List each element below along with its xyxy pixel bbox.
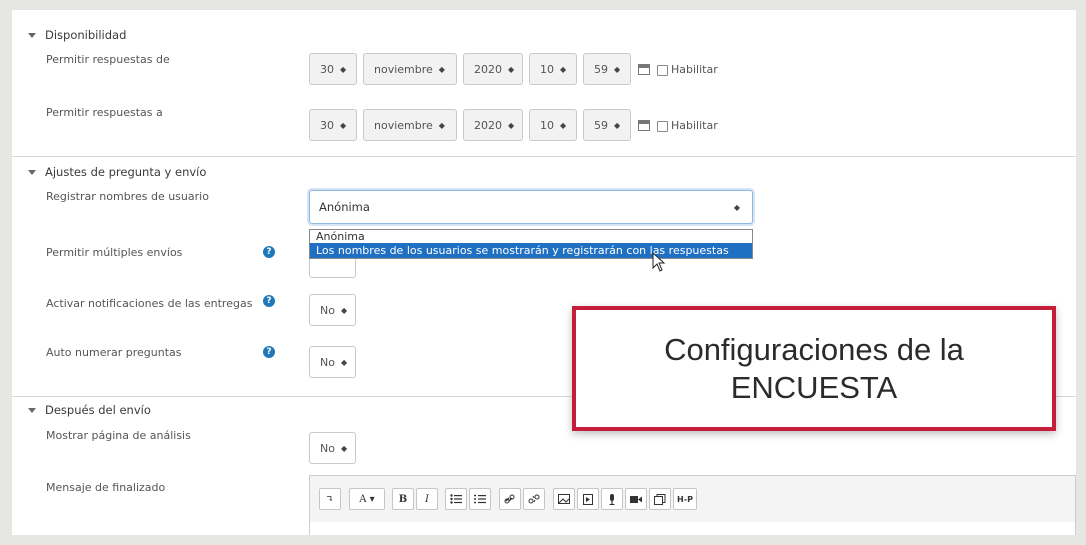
select-arrow-icon: ◆ [340, 443, 348, 453]
bold-button[interactable]: B [392, 488, 414, 510]
microphone-icon [609, 493, 615, 505]
unordered-list-icon [450, 494, 462, 504]
question-circle-icon[interactable]: ? [263, 346, 275, 358]
section-title: Después del envío [45, 403, 151, 417]
autonumber-select[interactable]: No ◆ [309, 346, 356, 378]
caret-down-icon [28, 32, 36, 38]
analysis-page-select[interactable]: No ◆ [309, 432, 356, 464]
select-arrow-icon: ◆ [340, 357, 348, 367]
dropdown-option-nombres[interactable]: Los nombres de los usuarios se mostrarán… [310, 243, 752, 258]
label-multiples-envios: Permitir múltiples envíos [46, 246, 183, 259]
record-usernames-dropdown: Anónima Los nombres de los usuarios se m… [309, 229, 753, 259]
section-despues-header[interactable]: Después del envío [28, 403, 151, 417]
expand-toolbar-button[interactable]: ↴ [319, 488, 341, 510]
select-arrow-icon: ◆ [614, 120, 621, 130]
h5p-button[interactable]: H-P [673, 488, 697, 510]
media-button[interactable] [577, 488, 599, 510]
select-arrow-icon: ◆ [733, 202, 740, 212]
overlay-title-line2: ENCUESTA [730, 369, 898, 405]
unlink-button[interactable] [523, 488, 545, 510]
overlay-callout: Configuraciones de la ENCUESTA [572, 306, 1056, 431]
calendar-icon[interactable] [638, 120, 650, 131]
hour-select-from[interactable]: 10 ◆ [529, 53, 577, 85]
mouse-pointer-icon [652, 252, 666, 272]
caret-down-icon [28, 169, 36, 175]
minute-select-from[interactable]: 59 ◆ [583, 53, 631, 85]
select-arrow-icon: ◆ [614, 64, 621, 74]
label-pagina-analisis: Mostrar página de análisis [46, 429, 191, 442]
label-permitir-respuestas-a: Permitir respuestas a [46, 106, 163, 119]
editor-toolbar: ↴ A ▾ B I H-P [309, 475, 1076, 523]
label-permitir-respuestas-de: Permitir respuestas de [46, 53, 170, 66]
settings-form: Disponibilidad Permitir respuestas de 30… [12, 10, 1076, 535]
section-title: Ajustes de pregunta y envío [45, 165, 207, 179]
label-notificaciones: Activar notificaciones de las entregas [46, 297, 253, 310]
question-circle-icon[interactable]: ? [263, 295, 275, 307]
select-arrow-icon: ◆ [340, 120, 347, 130]
enable-label: Habilitar [671, 63, 718, 76]
italic-button[interactable]: I [416, 488, 438, 510]
video-camera-icon [630, 495, 642, 503]
select-arrow-icon: ◆ [508, 120, 515, 130]
select-arrow-icon: ◆ [438, 64, 445, 74]
year-select-to[interactable]: 2020 ◆ [463, 109, 523, 141]
font-color-button[interactable]: A ▾ [349, 488, 385, 510]
select-arrow-icon: ◆ [560, 64, 567, 74]
unordered-list-button[interactable] [445, 488, 467, 510]
notifications-select[interactable]: No ◆ [309, 294, 356, 326]
select-arrow-icon: ◆ [438, 120, 445, 130]
record-video-button[interactable] [625, 488, 647, 510]
select-arrow-icon: ◆ [340, 64, 347, 74]
record-audio-button[interactable] [601, 488, 623, 510]
enable-checkbox-from[interactable] [657, 65, 668, 76]
select-arrow-icon: ◆ [508, 64, 515, 74]
finish-message-editor[interactable] [309, 522, 1076, 535]
day-select-from[interactable]: 30 ◆ [309, 53, 357, 85]
calendar-icon[interactable] [638, 64, 650, 75]
ordered-list-icon [474, 494, 486, 504]
enable-label: Habilitar [671, 119, 718, 132]
section-divider [12, 156, 1076, 157]
record-usernames-select[interactable]: Anónima ◆ [309, 190, 753, 224]
section-disponibilidad-header[interactable]: Disponibilidad [28, 28, 126, 42]
select-arrow-icon: ◆ [340, 305, 348, 315]
overlay-title-line1: Configuraciones de la [664, 331, 964, 367]
caret-down-icon [28, 407, 36, 413]
link-button[interactable] [499, 488, 521, 510]
label-auto-numerar: Auto numerar preguntas [46, 346, 182, 359]
files-icon [654, 493, 666, 505]
enable-checkbox-to[interactable] [657, 121, 668, 132]
month-select-to[interactable]: noviembre ◆ [363, 109, 457, 141]
label-registrar-nombres: Registrar nombres de usuario [46, 190, 209, 203]
dropdown-option-anonima[interactable]: Anónima [310, 230, 752, 243]
question-circle-icon[interactable]: ? [263, 246, 275, 258]
link-icon [504, 494, 515, 504]
label-mensaje-finalizado: Mensaje de finalizado [46, 481, 166, 494]
image-button[interactable] [553, 488, 575, 510]
select-arrow-icon: ◆ [560, 120, 567, 130]
unlink-icon [528, 494, 540, 504]
image-icon [558, 494, 570, 504]
media-icon [583, 493, 593, 505]
month-select-from[interactable]: noviembre ◆ [363, 53, 457, 85]
manage-files-button[interactable] [649, 488, 671, 510]
year-select-from[interactable]: 2020 ◆ [463, 53, 523, 85]
minute-select-to[interactable]: 59 ◆ [583, 109, 631, 141]
ordered-list-button[interactable] [469, 488, 491, 510]
section-ajustes-header[interactable]: Ajustes de pregunta y envío [28, 165, 206, 179]
day-select-to[interactable]: 30 ◆ [309, 109, 357, 141]
section-title: Disponibilidad [45, 28, 127, 42]
hour-select-to[interactable]: 10 ◆ [529, 109, 577, 141]
